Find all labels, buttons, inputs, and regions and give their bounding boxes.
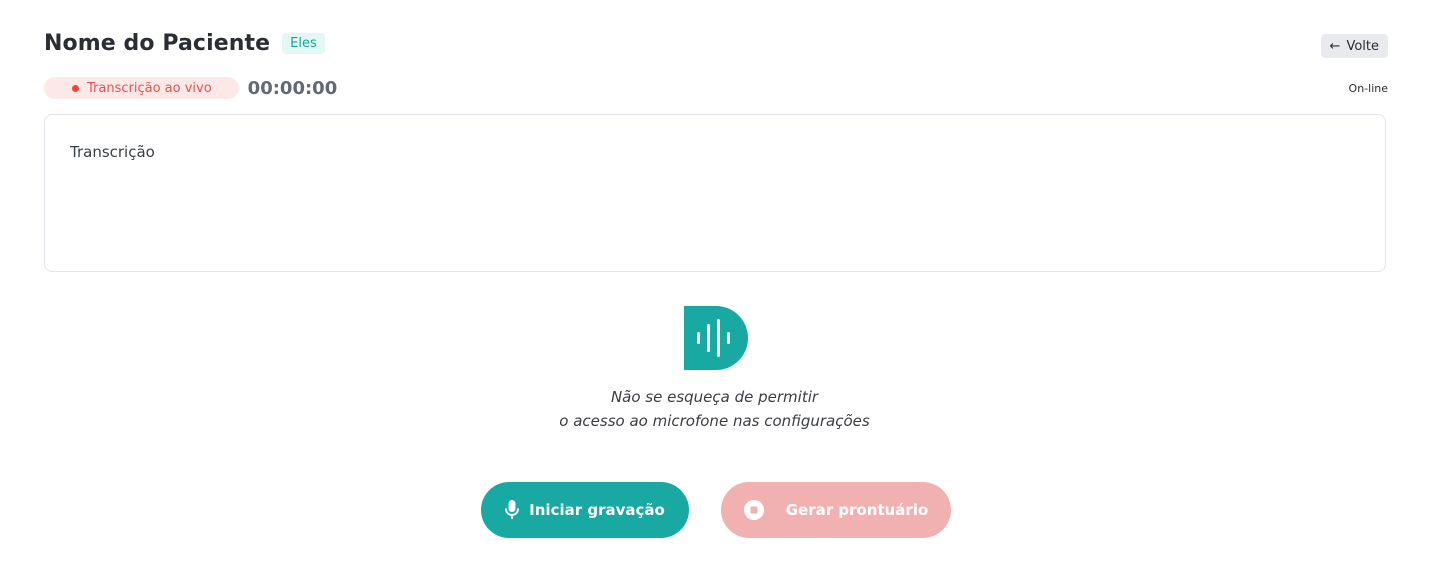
back-button[interactable]: ← Volte [1320, 34, 1388, 58]
transcription-page: Nome do Paciente Eles ← Volte Transcriçã… [0, 0, 1429, 570]
microphone-hint-line-1: Não se esqueça de permitir [610, 388, 819, 406]
live-transcription-label: Transcrição ao vivo [87, 80, 212, 96]
generate-record-label: Gerar prontuário [785, 501, 929, 519]
audio-wave-logo-icon [684, 306, 748, 370]
recording-dot-icon [72, 84, 79, 92]
microphone-icon [505, 500, 520, 520]
page-header: Nome do Paciente Eles [44, 31, 325, 56]
stop-icon [743, 500, 764, 520]
recording-timer: 00:00:00 [247, 77, 338, 99]
microphone-hint-line-2: o acesso ao microfone nas configurações [559, 412, 870, 430]
arrow-left-icon: ← [1329, 38, 1341, 54]
live-transcription-badge: Transcrição ao vivo [44, 77, 239, 99]
back-button-label: Volte [1346, 38, 1379, 54]
generate-record-button[interactable]: Gerar prontuário [721, 482, 951, 538]
transcript-panel: Transcrição [44, 114, 1386, 272]
connection-status: On-line [1348, 82, 1388, 95]
pronoun-badge: Eles [282, 33, 325, 54]
patient-name: Nome do Paciente [44, 31, 271, 56]
status-row: Transcrição ao vivo 00:00:00 [44, 77, 337, 99]
transcript-label: Transcrição [70, 143, 155, 161]
start-recording-button[interactable]: Iniciar gravação [481, 482, 689, 538]
start-recording-label: Iniciar gravação [529, 501, 665, 519]
